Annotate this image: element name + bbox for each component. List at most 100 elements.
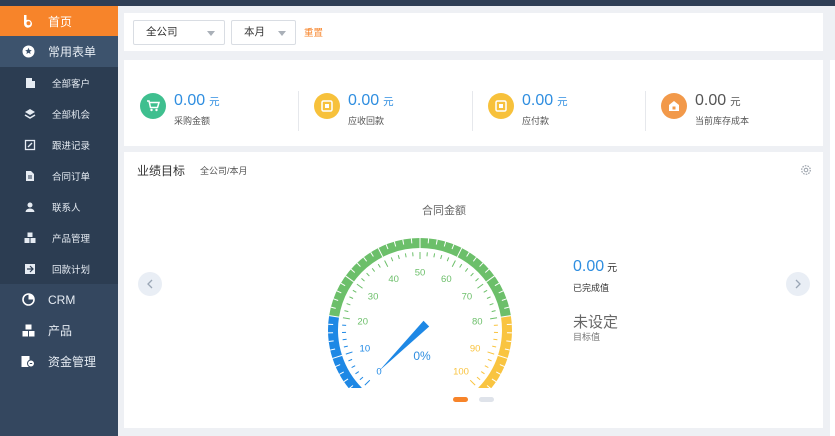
sidebar-subitem[interactable]: 全部机会 xyxy=(0,98,118,129)
company-select-value: 全公司 xyxy=(146,26,178,38)
gauge-tick xyxy=(328,340,334,343)
period-select[interactable]: 本月 xyxy=(231,20,296,45)
period-select-value: 本月 xyxy=(244,26,265,38)
sidebar-subitem-label: 产品管理 xyxy=(52,233,91,245)
contact-icon xyxy=(24,201,36,213)
sidebar-item-home[interactable]: 首页 xyxy=(0,6,118,36)
sidebar-subitem[interactable]: 全部客户 xyxy=(0,67,118,98)
gauge-inner-tick xyxy=(489,303,494,306)
stat-value: 0.00 元 xyxy=(522,92,568,109)
gauge-inner-tick xyxy=(390,257,394,262)
pager-dot[interactable] xyxy=(479,397,494,402)
sidebar-item-product[interactable]: 产品 xyxy=(0,315,118,346)
star-icon xyxy=(21,45,35,59)
stat-label: 应收回款 xyxy=(348,116,385,126)
payable-icon xyxy=(495,100,507,112)
payment-icon xyxy=(24,263,36,275)
stat-value: 0.00 元 xyxy=(695,92,741,109)
stats-panel: 0.00 元 采购金额 0.00 元 应收回款 0.00 元 应付款 0.00 元 当前… xyxy=(124,60,823,146)
gauge-inner-tick xyxy=(342,317,350,320)
gear-icon[interactable] xyxy=(800,164,812,176)
company-select[interactable]: 全公司 xyxy=(133,20,225,45)
sidebar-subitem-label: 全部客户 xyxy=(52,78,91,90)
completed-value: 0.00 元 xyxy=(573,258,618,275)
inventory-icon xyxy=(669,101,679,111)
gauge-inner-tick xyxy=(397,254,400,260)
building-icon xyxy=(24,77,36,89)
gauge-inner-tick xyxy=(484,365,489,369)
sidebar-item-finance[interactable]: 资金管理 xyxy=(0,346,118,377)
prev-button[interactable] xyxy=(138,272,162,296)
gauge-inner-tick xyxy=(440,254,443,260)
product-icon xyxy=(24,232,36,244)
gauge-tick-label: 70 xyxy=(462,291,473,302)
gauge-inner-tick xyxy=(487,351,495,355)
gauge-inner-tick xyxy=(491,310,496,313)
stat-value: 0.00 元 xyxy=(174,92,220,109)
gauge-tick-label: 60 xyxy=(441,274,452,285)
sidebar-subitem[interactable]: 合同订单 xyxy=(0,160,118,191)
sidebar-item-common-forms[interactable]: 常用表单 xyxy=(0,36,118,67)
gauge-inner-tick xyxy=(371,268,376,272)
gauge-inner-tick xyxy=(346,303,351,306)
gauge-inner-tick xyxy=(446,257,450,262)
top-strip xyxy=(0,0,835,6)
gauge-inner-tick xyxy=(475,278,479,282)
sidebar-subitem[interactable]: 产品管理 xyxy=(0,222,118,253)
note-icon xyxy=(24,139,36,151)
gauge-inner-tick xyxy=(469,379,476,386)
sidebar-subitem[interactable]: 跟进记录 xyxy=(0,129,118,160)
sidebar-subitem[interactable]: 联系人 xyxy=(0,191,118,222)
gauge-chart: 0 10 20 30 40 50 60 70 80 90 100 xyxy=(328,237,512,388)
gauge-inner-tick xyxy=(459,263,463,268)
sidebar-item-crm[interactable]: CRM xyxy=(0,284,118,315)
gauge-inner-tick xyxy=(477,283,484,289)
gauge-tick xyxy=(506,340,512,343)
gauge-tick-label: 0 xyxy=(376,367,381,378)
gauge-tick-label: 100 xyxy=(453,367,469,378)
completed-label: 已完成值 xyxy=(573,283,610,293)
stat-divider xyxy=(645,91,646,131)
sidebar-subitem[interactable]: 回款计划 xyxy=(0,253,118,284)
pie-chart-icon xyxy=(21,293,35,307)
gauge-inner-tick xyxy=(351,365,356,369)
gauge-tick-label: 90 xyxy=(470,343,481,354)
gauge-inner-tick xyxy=(470,272,474,277)
finance-icon xyxy=(21,355,35,369)
gauge-inner-tick xyxy=(490,317,498,320)
sidebar-subitem-label: 回款计划 xyxy=(52,264,91,276)
cart-icon xyxy=(147,100,160,112)
gauge-inner-tick xyxy=(356,283,363,289)
chevron-down-icon xyxy=(207,31,215,36)
gauge-inner-tick xyxy=(480,371,485,375)
gauge-inner-tick xyxy=(384,260,389,267)
receivable-icon xyxy=(321,100,333,112)
stat-label: 当前库存成本 xyxy=(695,116,750,126)
stat-value: 0.00 元 xyxy=(348,92,394,109)
gauge-inner-tick xyxy=(404,253,407,258)
home-logo-icon xyxy=(21,14,35,28)
document-icon xyxy=(24,170,36,182)
sidebar: 首页 常用表单 全部客户 全部机会 跟进记录 合同订单 联系人 产品管理 回款计划 CRM … xyxy=(0,6,118,436)
gauge-tick-label: 50 xyxy=(415,268,426,279)
next-button[interactable] xyxy=(786,272,810,296)
gauge-needle xyxy=(378,320,430,372)
reset-link[interactable]: 重置 xyxy=(304,25,323,39)
pager-dot-active[interactable] xyxy=(453,397,468,402)
gauge-inner-tick xyxy=(361,278,365,282)
boxes-icon xyxy=(21,324,35,338)
gauge-band xyxy=(477,315,512,388)
gauge-inner-tick xyxy=(483,289,488,293)
gauge-tick-label: 10 xyxy=(360,343,371,354)
card-scope: 全公司/本月 xyxy=(200,166,248,176)
gauge-tick-label: 40 xyxy=(388,274,399,285)
stat-icon-circle xyxy=(661,93,687,119)
stat-icon-circle xyxy=(314,93,340,119)
gauge-inner-tick xyxy=(364,379,371,386)
gauge-inner-tick xyxy=(345,351,353,355)
gauge-inner-tick xyxy=(433,253,436,258)
gauge-inner-tick xyxy=(476,376,481,381)
gauge-title: 合同金额 xyxy=(422,205,466,217)
sidebar-item-label: 产品 xyxy=(48,324,73,338)
chevron-down-icon xyxy=(278,31,286,36)
